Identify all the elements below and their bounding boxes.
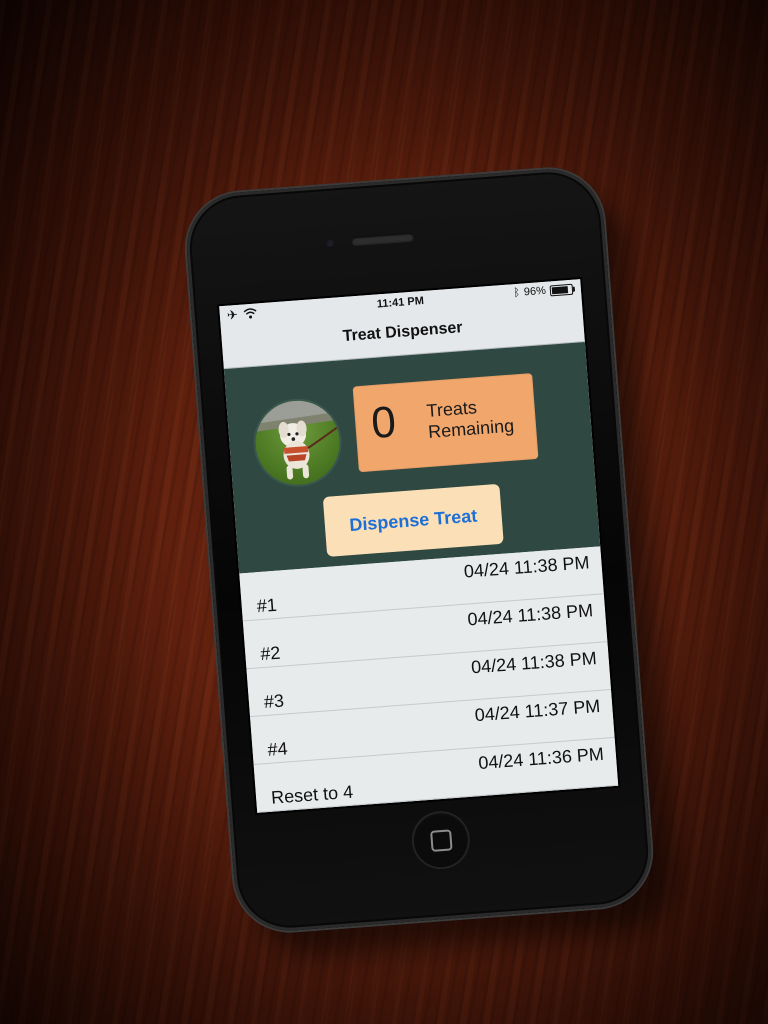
dog-avatar — [250, 395, 345, 490]
dispense-history-list[interactable]: #1 04/24 11:38 PM #2 04/24 11:38 PM #3 0… — [239, 546, 619, 813]
history-label: #2 — [259, 642, 282, 665]
dog-photo-icon — [252, 397, 339, 480]
earpiece-speaker — [351, 232, 414, 246]
header-panel: 0 Treats Remaining Dispense Treat — [223, 341, 601, 574]
status-right: ᛒ 96% — [512, 283, 574, 300]
front-camera — [325, 238, 336, 249]
history-timestamp: 04/24 11:38 PM — [470, 648, 598, 678]
history-label: Reset to 4 — [270, 781, 354, 808]
battery-icon — [549, 283, 574, 296]
history-label: #1 — [256, 594, 278, 617]
history-label: #3 — [263, 690, 285, 713]
photo-scene: ✈ 11:41 PM ᛒ 96% Treat Dispenser 0 Treat… — [0, 0, 768, 1024]
home-square-icon — [429, 828, 453, 852]
history-label: #4 — [266, 738, 289, 760]
battery-percent: 96% — [523, 284, 547, 299]
history-timestamp: 04/24 11:38 PM — [463, 552, 591, 582]
treat-count-value: 0 — [369, 397, 398, 449]
treat-counter: 0 Treats Remaining — [352, 373, 539, 473]
phone: ✈ 11:41 PM ᛒ 96% Treat Dispenser 0 Treat… — [182, 165, 656, 935]
history-timestamp: 04/24 11:36 PM — [477, 743, 605, 774]
bluetooth-icon: ᛒ — [512, 286, 521, 300]
phone-body: ✈ 11:41 PM ᛒ 96% Treat Dispenser 0 Treat… — [182, 165, 656, 935]
treat-count-label: Treats Remaining — [426, 393, 535, 443]
app-screen: ✈ 11:41 PM ᛒ 96% Treat Dispenser 0 Treat… — [219, 279, 619, 813]
history-timestamp: 04/24 11:38 PM — [466, 600, 594, 630]
history-timestamp: 04/24 11:37 PM — [474, 695, 601, 726]
battery-level-fill — [551, 285, 569, 294]
home-button[interactable] — [409, 809, 472, 872]
dispense-treat-button[interactable]: Dispense Treat — [322, 483, 504, 557]
